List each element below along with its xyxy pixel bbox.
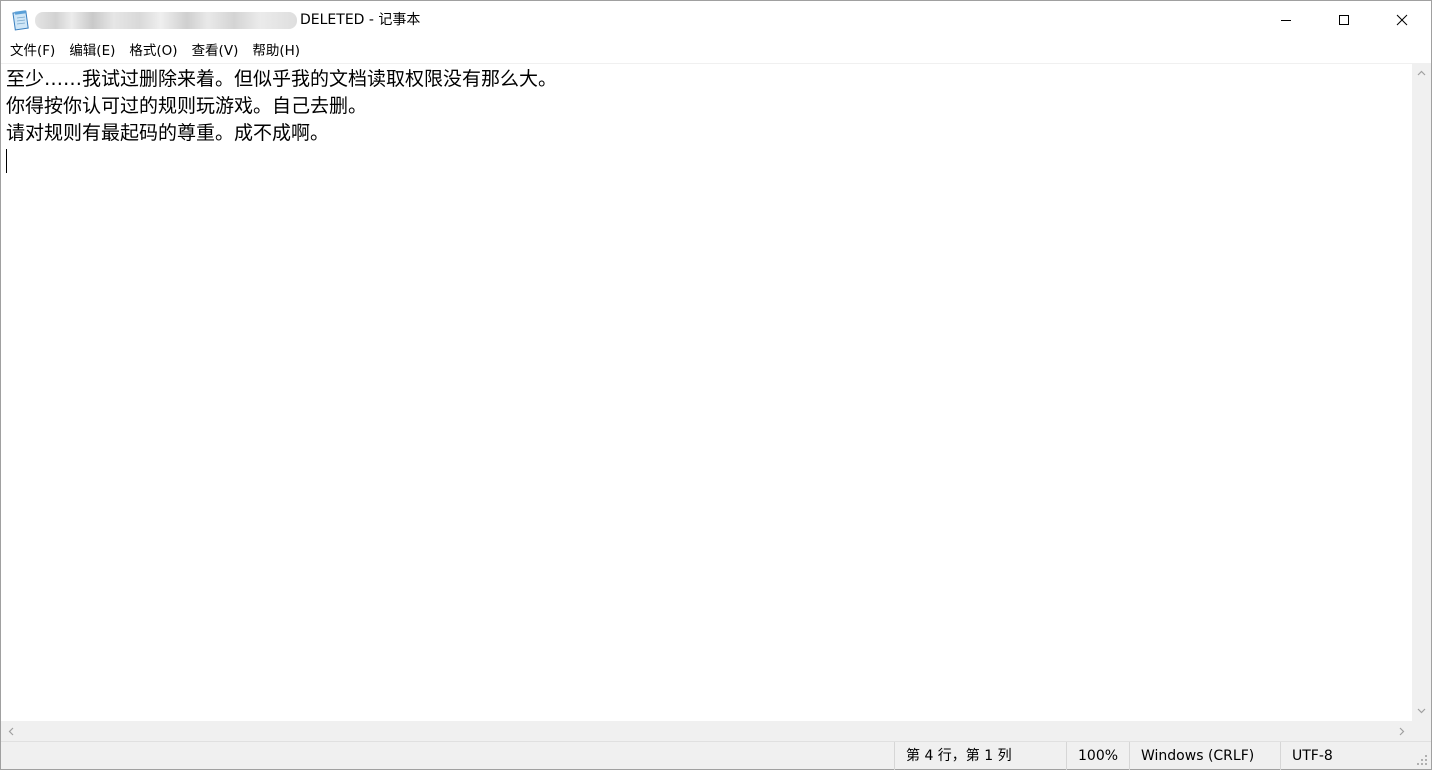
editor-line-current <box>6 147 1412 174</box>
chevron-left-icon <box>8 727 14 735</box>
status-encoding: UTF-8 <box>1280 742 1410 770</box>
text-editor[interactable]: 至少……我试过删除来着。但似乎我的文档读取权限没有那么大。 你得按你认可过的规则… <box>1 63 1412 721</box>
minimize-icon <box>1281 20 1291 21</box>
chevron-up-icon <box>1417 70 1426 76</box>
text-caret <box>6 148 7 173</box>
menu-edit[interactable]: 编辑(E) <box>62 40 122 62</box>
scroll-up-button[interactable] <box>1412 63 1431 83</box>
scroll-down-button[interactable] <box>1412 701 1431 721</box>
status-bar: 第 4 行，第 1 列 100% Windows (CRLF) UTF-8 <box>1 741 1431 770</box>
close-icon <box>1396 14 1408 26</box>
scroll-right-button[interactable] <box>1392 721 1412 741</box>
menu-view[interactable]: 查看(V) <box>185 40 246 62</box>
chevron-down-icon <box>1417 708 1426 714</box>
menu-help[interactable]: 帮助(H) <box>245 40 307 62</box>
status-zoom: 100% <box>1066 742 1129 770</box>
window-title: DELETED - 记事本 <box>300 12 421 28</box>
resize-grip-icon[interactable] <box>1415 753 1429 767</box>
scrollbar-corner <box>1412 721 1431 741</box>
menu-file[interactable]: 文件(F) <box>3 40 62 62</box>
status-line-ending: Windows (CRLF) <box>1129 742 1280 770</box>
horizontal-scrollbar[interactable] <box>1 721 1412 741</box>
editor-line: 至少……我试过删除来着。但似乎我的文档读取权限没有那么大。 <box>6 68 558 90</box>
maximize-icon <box>1339 15 1349 25</box>
minimize-button[interactable] <box>1257 1 1315 39</box>
close-button[interactable] <box>1373 1 1431 39</box>
editor-line: 你得按你认可过的规则玩游戏。自己去删。 <box>6 95 368 117</box>
maximize-button[interactable] <box>1315 1 1373 39</box>
menu-format[interactable]: 格式(O) <box>122 40 184 62</box>
status-cursor-position: 第 4 行，第 1 列 <box>894 742 1066 770</box>
notepad-icon <box>12 10 29 31</box>
chevron-right-icon <box>1399 727 1405 735</box>
scroll-left-button[interactable] <box>1 721 21 741</box>
notepad-window: DELETED - 记事本 文件(F) 编辑(E) 格式(O) 查看(V) 帮助… <box>0 0 1432 770</box>
title-bar[interactable]: DELETED - 记事本 <box>1 1 1431 39</box>
blurred-filename <box>35 12 297 29</box>
vertical-scrollbar[interactable] <box>1412 63 1431 721</box>
editor-line: 请对规则有最起码的尊重。成不成啊。 <box>6 122 330 144</box>
menu-bar: 文件(F) 编辑(E) 格式(O) 查看(V) 帮助(H) <box>1 39 1431 63</box>
